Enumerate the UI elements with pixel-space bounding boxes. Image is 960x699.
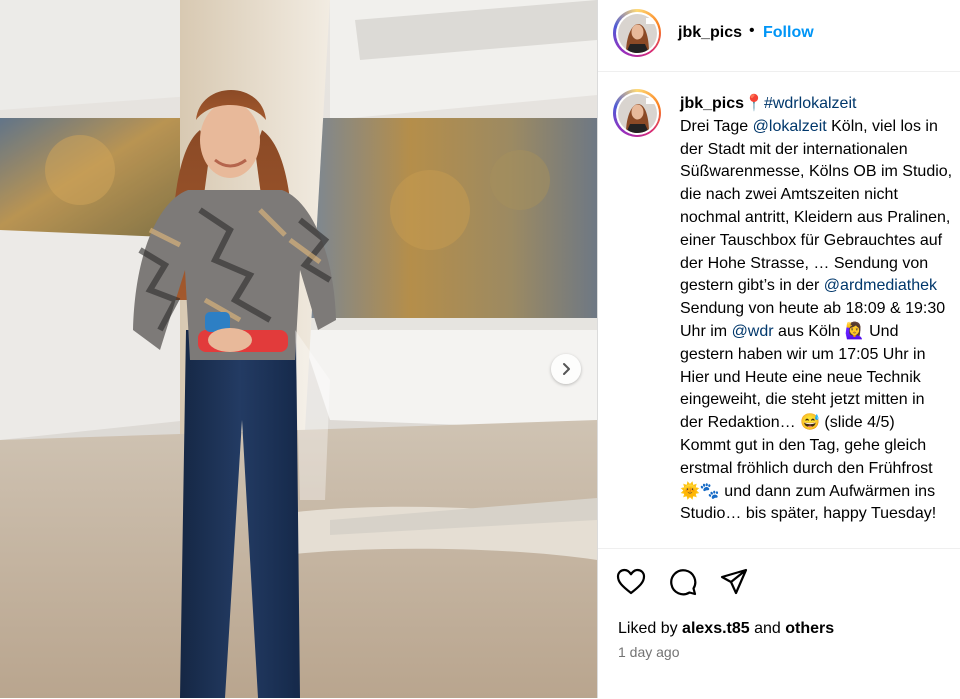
caption-text: Köln, viel los in (826, 117, 938, 135)
liked-by-user-link[interactable]: alexs.t85 (682, 620, 750, 637)
caption-text: Uhr im (680, 322, 732, 340)
mention-link[interactable]: @lokalzeit (753, 118, 827, 135)
post-actions: Liked by alexs.t85 and others 1 day ago (598, 548, 960, 699)
caption-line: eingeweiht, die steht jetzt mitten in (680, 389, 960, 412)
mention-link[interactable]: @wdr (732, 323, 774, 340)
caption-username[interactable]: jbk_pics (680, 95, 744, 112)
post-media[interactable] (0, 0, 597, 698)
caption-text: der Hohe Strasse, … Sendung von (680, 254, 929, 272)
caption-text: Drei Tage (680, 117, 753, 135)
mention-link[interactable]: @ardmediathek (824, 277, 937, 294)
caption-text: einer Tauschbox für Gebrauchtes auf (680, 231, 943, 249)
caption-text: eingeweiht, die steht jetzt mitten in (680, 391, 925, 409)
caption-text: Sendung von heute ab 18:09 & 19:30 (680, 300, 946, 318)
avatar-image (617, 13, 657, 53)
separator-dot: • (749, 22, 755, 39)
caption-text: Studio… bis später, happy Tuesday! (680, 505, 937, 523)
caption-line: der Stadt mit der internationalen (680, 139, 960, 162)
liked-by-others-link[interactable]: others (785, 620, 834, 637)
caption-text: nochmal antritt, Kleidern aus Pralinen, (680, 208, 951, 226)
caption-avatar[interactable] (613, 89, 661, 137)
post-side-panel: jbk_pics • Follow jbk_pics📍#wdrlokalzeit… (597, 0, 960, 698)
caption-text: Süßwarenmesse, Kölns OB im Studio, (680, 163, 953, 181)
share-icon[interactable] (719, 567, 749, 597)
caption-line: der Hohe Strasse, … Sendung von (680, 253, 960, 276)
avatar-image (617, 93, 657, 133)
caption-line: Sendung von heute ab 18:09 & 19:30 (680, 298, 960, 321)
caption-text: Kommt gut in den Tag, gehe gleich (680, 436, 927, 454)
caption-line: Drei Tage @lokalzeit Köln, viel los in (680, 116, 960, 139)
caption-line: erstmal fröhlich durch den Frühfrost (680, 458, 960, 481)
caption-line: der Redaktion… 😅 (slide 4/5) (680, 412, 960, 435)
caption-line: Uhr im @wdr aus Köln 🙋‍♀️ Und (680, 321, 960, 344)
caption-text: aus Köln 🙋‍♀️ Und (773, 322, 899, 340)
caption-line: 🌞🐾 und dann zum Aufwärmen ins (680, 481, 960, 504)
caption-line: Studio… bis später, happy Tuesday! (680, 503, 960, 526)
caption-line: nochmal antritt, Kleidern aus Pralinen, (680, 207, 960, 230)
caption-first-line: jbk_pics📍#wdrlokalzeit (680, 93, 960, 116)
heart-icon[interactable] (616, 567, 646, 597)
comment-icon[interactable] (668, 567, 698, 597)
follow-button[interactable]: Follow (763, 24, 814, 42)
caption-text: die nach zwei Amtszeiten nicht (680, 186, 898, 204)
caption-text: der Redaktion… 😅 (slide 4/5) (680, 414, 895, 432)
caption-line: gestern gibt’s in der @ardmediathek (680, 275, 960, 298)
liked-by-and: and (749, 620, 786, 637)
caption-text: gestern haben wir um 17:05 Uhr in (680, 345, 926, 363)
post-timestamp[interactable]: 1 day ago (618, 644, 680, 660)
avatar[interactable] (613, 9, 661, 57)
caption-line: Hier und Heute eine neue Technik (680, 367, 960, 390)
likes-summary: Liked by alexs.t85 and others (618, 620, 834, 638)
chevron-right-icon (563, 363, 570, 375)
caption-line: gestern haben wir um 17:05 Uhr in (680, 344, 960, 367)
hashtag-link[interactable]: #wdrlokalzeit (764, 95, 856, 112)
post-photo (0, 0, 597, 698)
post-header: jbk_pics • Follow (598, 0, 960, 72)
username-link[interactable]: jbk_pics (678, 24, 742, 42)
caption-text: gestern gibt’s in der (680, 277, 824, 295)
caption-line: Süßwarenmesse, Kölns OB im Studio, (680, 161, 960, 184)
pin-emoji: 📍 (744, 95, 764, 112)
caption-text: der Stadt mit der internationalen (680, 140, 908, 158)
liked-by-prefix: Liked by (618, 620, 683, 637)
caption-text: 🌞🐾 und dann zum Aufwärmen ins (680, 482, 936, 500)
caption-line: die nach zwei Amtszeiten nicht (680, 184, 960, 207)
caption-line: einer Tauschbox für Gebrauchtes auf (680, 230, 960, 253)
caption-text: Hier und Heute eine neue Technik (680, 368, 921, 386)
caption-body: Drei Tage @lokalzeit Köln, viel los in de… (680, 116, 960, 526)
caption-text: erstmal fröhlich durch den Frühfrost (680, 459, 933, 477)
caption-line: Kommt gut in den Tag, gehe gleich (680, 435, 960, 458)
next-slide-button[interactable] (551, 354, 581, 384)
post-caption: jbk_pics📍#wdrlokalzeit Drei Tage @lokalz… (680, 93, 960, 526)
